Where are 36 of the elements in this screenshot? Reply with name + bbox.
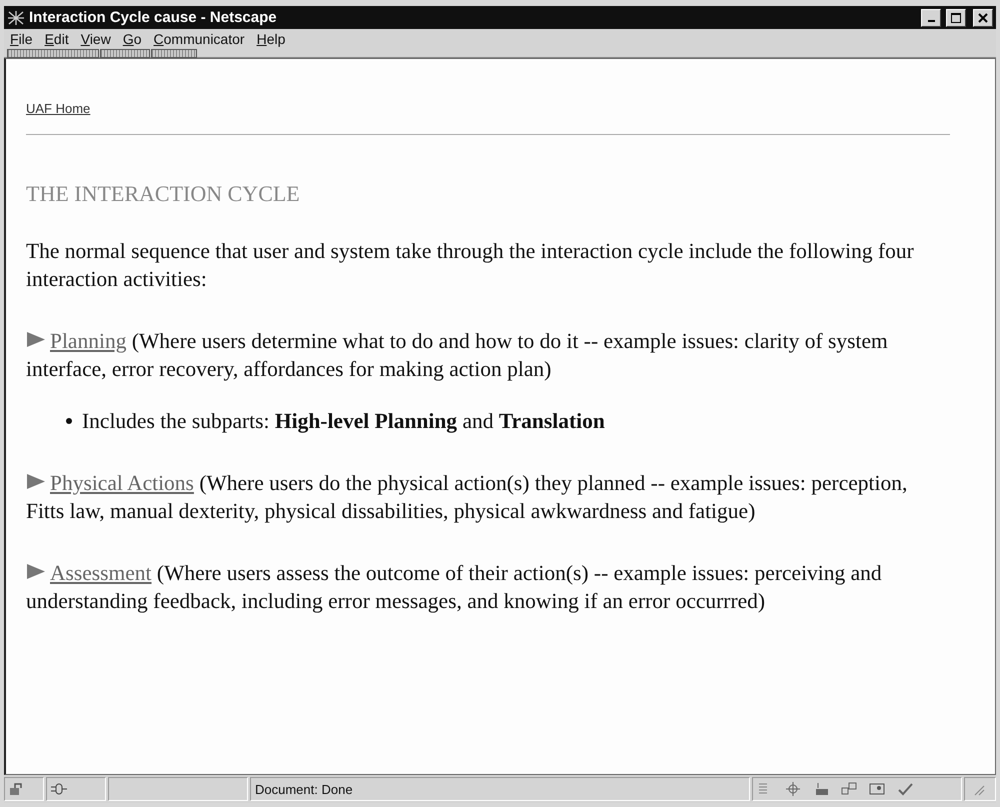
triangle-icon (26, 473, 46, 490)
maximize-button[interactable] (946, 8, 966, 26)
menu-item[interactable]: Communicator (154, 31, 245, 47)
maximize-icon (951, 12, 961, 22)
toolbar-tab[interactable] (151, 49, 197, 58)
home-link[interactable]: UAF Home (26, 101, 90, 116)
plug-icon (51, 782, 67, 796)
triangle-icon (26, 331, 46, 348)
activity-link[interactable]: Planning (50, 329, 126, 353)
activity-paragraph: Planning (Where users determine what to do and how to do it -- example issues: clarity of system interface, error recovery, affordances for making action plan) (26, 328, 889, 383)
card-icon (869, 782, 885, 796)
intro-paragraph: The normal sequence that user and system take through the interaction cycle include the following four interaction activities: (26, 238, 915, 293)
status-text: Document: Done (255, 782, 353, 796)
close-icon (978, 12, 988, 22)
activity-paragraph: Physical Actions (Where users do the physical action(s) they planned -- example issues: perception, Fitts law, manual dexterity, physical dissabilities, physical awkwardness and fatigue) (26, 470, 908, 525)
close-button[interactable] (973, 8, 993, 26)
logo-icon (7, 10, 25, 26)
bullet-icon (66, 418, 72, 424)
menu-item[interactable]: Go (122, 31, 142, 47)
subitem-text: Includes the subparts: High-level Planning and Translation (82, 408, 605, 435)
window-title: Interaction Cycle cause - Netscape (29, 9, 278, 26)
page-heading: THE INTERACTION CYCLE (26, 181, 301, 207)
minimize-icon (928, 20, 934, 22)
activity-link[interactable]: Assessment (50, 561, 152, 585)
menu-item[interactable]: Edit (44, 31, 69, 47)
menu-item[interactable]: File (10, 31, 33, 47)
chat-icon (841, 782, 857, 796)
toolbar-tab[interactable] (7, 49, 99, 58)
toolbar-tab[interactable] (100, 49, 150, 58)
menu-item[interactable]: Help (256, 31, 286, 47)
minimize-button[interactable] (921, 8, 941, 26)
activity-paragraph: Assessment (Where users assess the outcome of their action(s) -- example issues: perceiving and understanding feedback, including error messages, and knowing if an error occurrred) (26, 560, 883, 615)
triangle-icon (26, 563, 46, 580)
activity-link[interactable]: Physical Actions (50, 471, 194, 495)
menu-item[interactable]: View (80, 31, 111, 47)
lock-icon (9, 782, 25, 796)
